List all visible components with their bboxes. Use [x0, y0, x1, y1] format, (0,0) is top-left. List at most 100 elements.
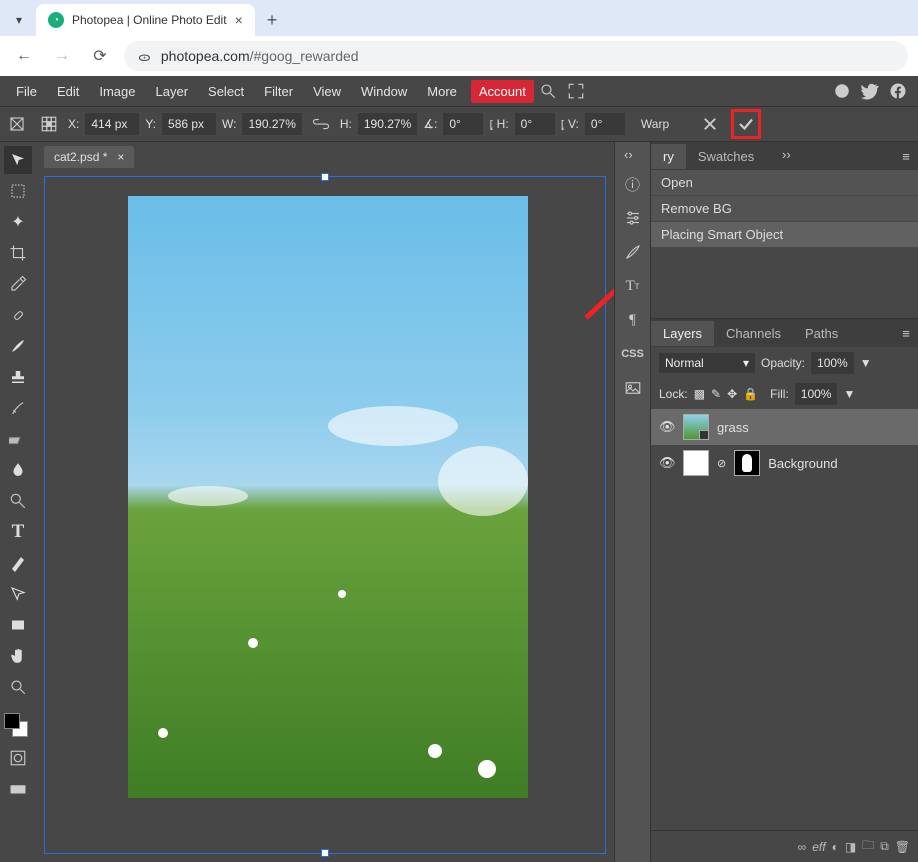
marquee-tool[interactable] [4, 177, 32, 205]
menu-edit[interactable]: Edit [47, 79, 89, 104]
rot-field[interactable]: 0° [443, 113, 483, 135]
h-field[interactable]: 190.27% [358, 113, 417, 135]
visibility-icon[interactable]: 👁 [659, 419, 675, 435]
history-brush-tool[interactable] [4, 394, 32, 422]
pen-tool[interactable] [4, 549, 32, 577]
swatches-tab[interactable]: Swatches [686, 144, 766, 169]
link-layers-icon[interactable]: ∞ [798, 840, 807, 854]
layers-tab[interactable]: Layers [651, 321, 714, 346]
x-field[interactable]: 414 px [85, 113, 139, 135]
css-panel-icon[interactable]: CSS [619, 340, 647, 368]
adjust-panel-icon[interactable] [619, 204, 647, 232]
keyboard-icon[interactable] [4, 775, 32, 803]
hand-tool[interactable] [4, 642, 32, 670]
dropdown-icon[interactable]: ▼ [860, 356, 872, 370]
menu-file[interactable]: File [6, 79, 47, 104]
menu-view[interactable]: View [303, 79, 351, 104]
layer-thumb[interactable] [683, 414, 709, 440]
zoom-tool[interactable] [4, 673, 32, 701]
eraser-tool[interactable] [4, 425, 32, 453]
mask-icon[interactable]: ◐ [832, 840, 839, 854]
link-icon[interactable]: ⊘ [717, 457, 726, 470]
twitter-icon[interactable] [856, 82, 884, 100]
lock-paint-icon[interactable]: ✎ [711, 387, 721, 401]
history-item[interactable]: Open [651, 170, 918, 196]
close-icon[interactable]: × [117, 150, 124, 164]
panel-collapse-right-icon[interactable]: ›› [782, 147, 791, 162]
menu-select[interactable]: Select [198, 79, 254, 104]
transform-box-icon[interactable] [4, 111, 30, 137]
layer-name[interactable]: grass [717, 420, 749, 435]
opacity-field[interactable]: 100% [811, 352, 854, 374]
brush-panel-icon[interactable] [619, 238, 647, 266]
dodge-tool[interactable] [4, 487, 32, 515]
layer-mask-thumb[interactable] [734, 450, 760, 476]
panel-collapse-left-icon[interactable]: ‹› [624, 147, 633, 162]
new-tab-button[interactable]: + [267, 10, 278, 31]
fill-field[interactable]: 100% [795, 383, 838, 405]
layer-row[interactable]: 👁 ⊘ Background [651, 445, 918, 481]
history-item[interactable]: Placing Smart Object [651, 222, 918, 248]
site-info-icon[interactable]: ᯣ [138, 47, 151, 65]
visibility-icon[interactable]: 👁 [659, 455, 675, 471]
layer-thumb[interactable] [683, 450, 709, 476]
confirm-transform-button[interactable] [731, 109, 761, 139]
facebook-icon[interactable] [884, 82, 912, 100]
image-panel-icon[interactable] [619, 374, 647, 402]
path-select-tool[interactable] [4, 580, 32, 608]
layer-name[interactable]: Background [768, 456, 837, 471]
history-item[interactable]: Remove BG [651, 196, 918, 222]
back-button[interactable]: ← [10, 42, 38, 70]
fullscreen-icon[interactable] [562, 82, 590, 100]
blur-tool[interactable] [4, 456, 32, 484]
paths-tab[interactable]: Paths [793, 321, 850, 346]
layer-row[interactable]: 👁 grass [651, 409, 918, 445]
quick-mask-icon[interactable] [4, 744, 32, 772]
skewv-field[interactable]: 0° [585, 113, 625, 135]
menu-layer[interactable]: Layer [146, 79, 199, 104]
lock-all-icon[interactable]: 🔒 [743, 387, 758, 401]
link-icon[interactable] [308, 111, 334, 137]
skewh-field[interactable]: 0° [515, 113, 555, 135]
new-layer-icon[interactable]: ⧉ [880, 839, 889, 854]
character-panel-icon[interactable]: Tт [619, 272, 647, 300]
reload-button[interactable]: ⟳ [86, 42, 114, 70]
url-bar[interactable]: ᯣ photopea.com/#goog_rewarded [124, 41, 908, 71]
crop-tool[interactable] [4, 239, 32, 267]
brush-tool[interactable] [4, 332, 32, 360]
menu-account[interactable]: Account [471, 80, 534, 103]
fx-icon[interactable]: eff [812, 840, 825, 854]
dropdown-icon[interactable]: ▼ [843, 387, 855, 401]
close-icon[interactable]: × [235, 12, 243, 28]
menu-filter[interactable]: Filter [254, 79, 303, 104]
warp-button[interactable]: Warp [641, 117, 669, 131]
trash-icon[interactable]: 🗑 [895, 840, 910, 854]
lock-transparency-icon[interactable]: ▩ [694, 387, 705, 401]
channels-tab[interactable]: Channels [714, 321, 793, 346]
reddit-icon[interactable] [828, 82, 856, 100]
paragraph-panel-icon[interactable]: ¶ [619, 306, 647, 334]
canvas-area[interactable] [36, 168, 614, 862]
color-swatches[interactable] [4, 713, 32, 741]
y-field[interactable]: 586 px [162, 113, 216, 135]
lock-move-icon[interactable]: ✥ [727, 387, 737, 401]
menu-image[interactable]: Image [89, 79, 145, 104]
reference-point-icon[interactable] [36, 111, 62, 137]
search-icon[interactable] [534, 82, 562, 100]
blend-mode-select[interactable]: Normal▾ [659, 353, 755, 373]
move-tool[interactable] [4, 146, 32, 174]
transform-handle-bottom[interactable] [321, 849, 329, 857]
tab-dropdown-icon[interactable]: ▾ [8, 9, 30, 31]
w-field[interactable]: 190.27% [242, 113, 301, 135]
magic-wand-tool[interactable]: ✦ [4, 208, 32, 236]
menu-more[interactable]: More [417, 79, 467, 104]
shape-tool[interactable] [4, 611, 32, 639]
panel-menu-icon[interactable]: ≡ [894, 149, 918, 164]
eyedropper-tool[interactable] [4, 270, 32, 298]
type-tool[interactable]: T [4, 518, 32, 546]
panel-menu-icon[interactable]: ≡ [894, 326, 918, 341]
folder-icon[interactable]: 🗀 [862, 836, 874, 857]
info-panel-icon[interactable]: ⓘ [619, 170, 647, 198]
browser-tab[interactable]: ◔ Photopea | Online Photo Edit × [36, 4, 255, 36]
stamp-tool[interactable] [4, 363, 32, 391]
